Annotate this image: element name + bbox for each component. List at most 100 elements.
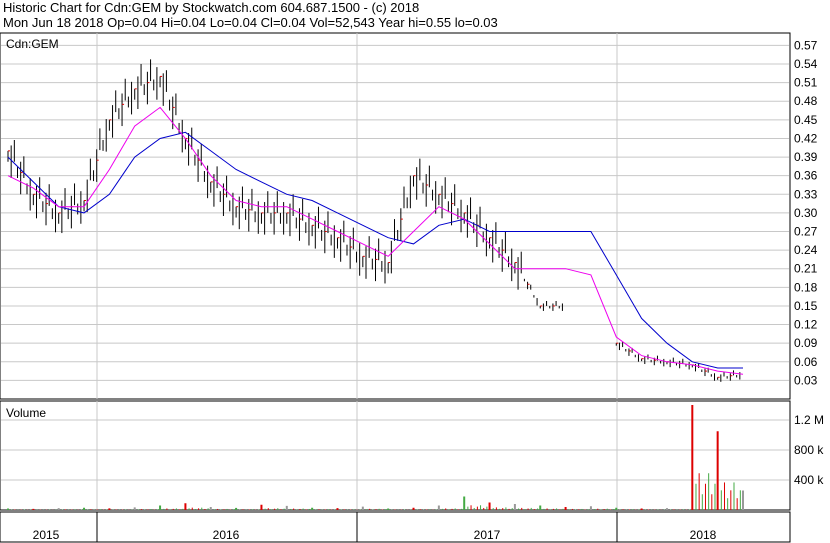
volume-bar xyxy=(251,509,253,510)
price-tick-label: 0.51 xyxy=(794,76,818,90)
volume-bar xyxy=(603,509,605,510)
price-tick-label: 0.18 xyxy=(794,280,818,294)
volume-bar xyxy=(83,507,86,510)
price-tick-label: 0.39 xyxy=(794,150,818,164)
volume-bar xyxy=(87,509,89,510)
volume-bar xyxy=(539,505,542,510)
volume-bar xyxy=(543,508,545,510)
volume-bar xyxy=(537,508,539,510)
x-tick-label: 2018 xyxy=(690,528,717,542)
volume-bar xyxy=(260,504,263,510)
volume-bar xyxy=(457,509,459,510)
volume-bar xyxy=(7,508,9,510)
volume-bar xyxy=(451,508,453,510)
volume-bar xyxy=(207,508,209,510)
price-tick-label: 0.03 xyxy=(794,373,818,387)
volume-bar xyxy=(594,509,596,510)
volume-bar xyxy=(305,509,307,510)
volume-bar xyxy=(463,496,466,510)
volume-bar xyxy=(682,509,684,510)
volume-bar xyxy=(587,509,589,510)
volume-bar xyxy=(217,508,219,510)
volume-bar xyxy=(96,509,98,510)
price-tick-label: 0.15 xyxy=(794,299,818,313)
price-tick-label: 0.21 xyxy=(794,262,818,276)
volume-bar xyxy=(90,509,92,510)
volume-bar xyxy=(589,506,592,510)
volume-bar xyxy=(353,509,355,510)
volume-bar xyxy=(125,509,127,510)
volume-bar xyxy=(201,507,203,510)
x-tick-label: 2016 xyxy=(213,528,240,542)
volume-bar xyxy=(108,508,111,510)
volume-bar xyxy=(336,508,339,510)
volume-bar xyxy=(311,507,314,510)
volume-bar xyxy=(133,507,136,510)
volume-bar xyxy=(404,509,406,510)
volume-bar xyxy=(480,505,482,510)
volume-bar xyxy=(179,509,181,510)
volume-bar xyxy=(296,509,298,510)
volume-bar xyxy=(175,508,177,510)
price-y-axis: 0.57 0.54 0.51 0.48 0.45 0.42 0.39 0.36 0.33 0.30… xyxy=(794,38,818,387)
volume-bar xyxy=(106,509,108,510)
volume-tick-label: 1.2 M xyxy=(794,413,824,427)
volume-bar xyxy=(730,490,732,510)
volume-bar xyxy=(568,509,570,510)
volume-bar xyxy=(530,507,532,510)
volume-panel-title: Volume xyxy=(6,406,46,420)
volume-bar xyxy=(704,483,706,510)
volume-bar xyxy=(334,509,336,510)
volume-bar xyxy=(289,508,291,510)
volume-bar xyxy=(184,503,187,510)
volume-bar xyxy=(613,509,615,510)
volume-bar xyxy=(562,508,564,510)
price-tick-label: 0.33 xyxy=(794,187,818,201)
volume-bar xyxy=(99,509,101,510)
volume-bar xyxy=(318,509,320,510)
volume-bar xyxy=(239,509,241,510)
volume-bar xyxy=(723,482,725,510)
volume-bar xyxy=(213,509,215,510)
volume-bar xyxy=(736,498,738,510)
volume-bar xyxy=(166,508,168,510)
volume-bar xyxy=(115,509,117,510)
volume-bar xyxy=(248,509,250,510)
volume-bar xyxy=(698,473,700,510)
volume-bar xyxy=(308,508,310,510)
price-tick-label: 0.57 xyxy=(794,38,818,52)
volume-bar xyxy=(546,508,548,510)
volume-bar xyxy=(258,509,260,510)
volume-bar xyxy=(223,509,225,510)
volume-bar xyxy=(429,509,431,510)
volume-tick-label: 800 k xyxy=(794,443,824,457)
price-tick-label: 0.27 xyxy=(794,225,818,239)
volume-bar xyxy=(293,508,295,510)
volume-bar xyxy=(74,509,76,510)
volume-bar xyxy=(369,508,371,510)
volume-bar xyxy=(426,509,428,510)
volume-bar xyxy=(277,508,279,510)
volume-bar xyxy=(505,507,507,510)
price-tick-label: 0.09 xyxy=(794,336,818,350)
volume-bar xyxy=(622,509,624,510)
volume-bar xyxy=(657,509,659,510)
volume-bar xyxy=(564,507,567,510)
volume-bar xyxy=(508,508,510,510)
volume-bar xyxy=(454,508,456,510)
volume-bar xyxy=(665,508,668,510)
volume-y-axis: 1.2 M 800 k 400 k xyxy=(794,413,824,487)
x-tick-label: 2015 xyxy=(33,528,60,542)
volume-bar xyxy=(727,498,729,510)
volume-bar xyxy=(638,509,640,510)
volume-bar xyxy=(182,508,184,510)
volume-bar xyxy=(720,490,722,510)
volume-bar xyxy=(299,508,301,510)
volume-bar xyxy=(23,509,25,510)
volume-panel xyxy=(0,400,791,511)
volume-bar xyxy=(315,509,317,510)
volume-bar xyxy=(378,508,380,510)
volume-bar xyxy=(527,508,529,510)
volume-bar xyxy=(327,509,329,510)
volume-bar xyxy=(708,473,710,510)
